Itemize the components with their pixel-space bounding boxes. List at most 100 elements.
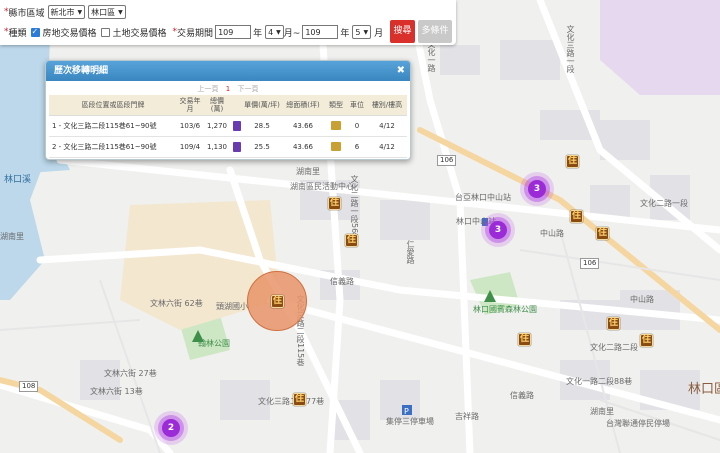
map-label-wenhua-88: 文化一路二段88巷: [566, 377, 633, 386]
map-label-linkou-creek: 林口溪: [4, 175, 32, 185]
end-year-input[interactable]: 109: [302, 25, 339, 39]
month-unit: 月: [374, 28, 384, 39]
column-header: 總面積(坪): [281, 95, 325, 116]
transfer-table: 區段位置或區段門牌 交易年月 總價(萬) 單價(萬/坪) 總面積(坪) 類型 車…: [49, 95, 407, 158]
pager-next[interactable]: 下一頁: [237, 85, 258, 93]
house-marker[interactable]: 住: [640, 334, 653, 347]
floor-plan-icon[interactable]: [231, 115, 243, 137]
district-select[interactable]: 林口區 ▼: [88, 5, 126, 19]
panel-title: 歷次移轉明細: [54, 66, 109, 76]
type-option-1-checkbox[interactable]: [30, 27, 40, 37]
cell-floor: 4/12: [367, 136, 407, 158]
house-marker[interactable]: 住: [271, 295, 284, 308]
map-label-lake-village-3: 湖南里: [590, 407, 614, 416]
map-label-road-106b: 106: [580, 258, 600, 269]
end-month-select[interactable]: 5 ▼: [352, 25, 372, 39]
map-label-xinyi-rd-2: 信義路: [510, 391, 534, 400]
cell-address: 1 - 文化三路二段115巷61~90號: [49, 115, 177, 137]
column-header: 交易年月: [177, 95, 203, 116]
column-header: 類型: [325, 95, 347, 116]
map-label-jixiang-rd: 吉祥路: [455, 412, 479, 421]
start-month-value: 4: [268, 27, 274, 37]
close-icon[interactable]: ✖: [397, 61, 405, 81]
cell-total: 1,270: [203, 115, 231, 137]
type-option-1-label: 房地交易價格: [42, 28, 97, 39]
cluster-marker[interactable]: 2: [162, 419, 180, 437]
table-row[interactable]: 2 - 文化三路二段115巷61~90號 109/4 1,130 25.5 43…: [49, 136, 407, 158]
map-label-xinyi-rd: 信義路: [330, 277, 354, 286]
map-label-parking: 集停三停車場: [386, 417, 434, 426]
type-icon: [325, 136, 347, 158]
search-button[interactable]: 搜尋: [390, 20, 415, 43]
map-label-wenlin-62: 文林六街 62巷: [150, 299, 203, 308]
table-row[interactable]: 1 - 文化三路二段115巷61~90號 103/6 1,270 28.5 43…: [49, 115, 407, 137]
cell-date: 103/6: [177, 115, 203, 137]
pager: 上一頁 1 下一頁: [46, 81, 410, 95]
end-month-value: 5: [355, 27, 361, 37]
type-icon: [325, 115, 347, 137]
map-label-wenhua-77: 文化三路二段77巷: [258, 397, 325, 406]
column-header: 區段位置或區段門牌: [49, 95, 177, 116]
cell-floor: 4/12: [367, 115, 407, 137]
type-option-2-label: 土地交易價格: [112, 28, 167, 39]
map-label-wenhua-3: 文化二路二段: [590, 343, 638, 352]
city-select-value: 新北市: [50, 7, 75, 17]
house-marker[interactable]: 住: [570, 210, 583, 223]
map-label-civic-center: 湖南區民活動中心: [290, 182, 354, 191]
more-conditions-button[interactable]: 多條件: [418, 20, 452, 43]
house-marker[interactable]: 住: [328, 197, 341, 210]
start-year-input[interactable]: 109: [215, 25, 252, 39]
map-label-zhongshan-rd: 中山路: [540, 229, 564, 238]
district-select-value: 林口區: [91, 7, 116, 17]
chevron-down-icon: ▼: [363, 28, 369, 36]
map-label-zhongshan-rd-2: 中山路: [630, 295, 654, 304]
cluster-marker[interactable]: 3: [528, 180, 546, 198]
column-header: 車位: [347, 95, 367, 116]
map-label-road-108: 108: [19, 381, 39, 392]
map-label-lake-village-2: 湖南里: [0, 232, 24, 241]
column-header: 總價(萬): [203, 95, 231, 116]
cell-parking: 0: [347, 115, 367, 137]
map-label-lake-village: 湖南里: [296, 167, 320, 176]
house-marker[interactable]: 住: [293, 393, 306, 406]
start-month-select[interactable]: 4 ▼: [265, 25, 284, 39]
cell-date: 109/4: [177, 136, 203, 158]
map-label-park-2: 翰林公園: [198, 339, 230, 348]
map-label-wenhua-2: 文化二路一段: [640, 199, 688, 208]
cell-parking: 6: [347, 136, 367, 158]
cell-unit-price: 25.5: [243, 136, 281, 158]
cell-address: 2 - 文化三路二段115巷61~90號: [49, 136, 177, 158]
map-label-road-a: 文化二路一段56巷: [350, 175, 359, 242]
city-label: 縣市區域: [8, 8, 45, 19]
selected-house-marker[interactable]: 住: [247, 271, 307, 331]
map-label-wenlin-13: 文林六街 13巷: [90, 387, 143, 396]
house-marker[interactable]: 住: [596, 227, 609, 240]
map-label-linkou: 林口區: [688, 382, 720, 397]
house-marker[interactable]: 住: [607, 317, 620, 330]
year-unit: 年: [340, 28, 350, 39]
floor-plan-icon[interactable]: [231, 136, 243, 158]
house-marker[interactable]: 住: [345, 234, 358, 247]
transfer-detail-panel: 歷次移轉明細 ✖ 上一頁 1 下一頁 區段位置或區段門牌 交易年月 總價(萬) …: [45, 60, 411, 160]
house-marker[interactable]: 住: [518, 333, 531, 346]
house-marker[interactable]: 住: [566, 155, 579, 168]
column-header: 樓別/樓高: [367, 95, 407, 116]
pager-prev[interactable]: 上一頁: [198, 85, 219, 93]
cell-total: 1,130: [203, 136, 231, 158]
map-label-school: 頭湖國小: [216, 302, 248, 311]
chevron-down-icon: ▼: [276, 28, 281, 36]
column-header: 單價(萬/坪): [243, 95, 281, 116]
map-label-road-106: 106: [437, 155, 457, 166]
map-label-wenlin-27: 文林六街 27巷: [104, 369, 157, 378]
year-unit: 年: [253, 28, 263, 39]
chevron-down-icon: ▼: [77, 8, 83, 16]
map-label-road-e: 仁愛路: [406, 240, 415, 264]
cell-area: 43.66: [281, 136, 325, 158]
month-separator: 月~: [283, 28, 301, 39]
svg-text:P: P: [404, 407, 409, 416]
cluster-marker[interactable]: 3: [489, 221, 507, 239]
period-label: 交易期間: [177, 28, 214, 39]
type-option-2-checkbox[interactable]: [100, 27, 110, 37]
map-label-taipower: 台灣聯通停民停場: [606, 419, 670, 428]
city-select[interactable]: 新北市 ▼: [47, 5, 86, 19]
